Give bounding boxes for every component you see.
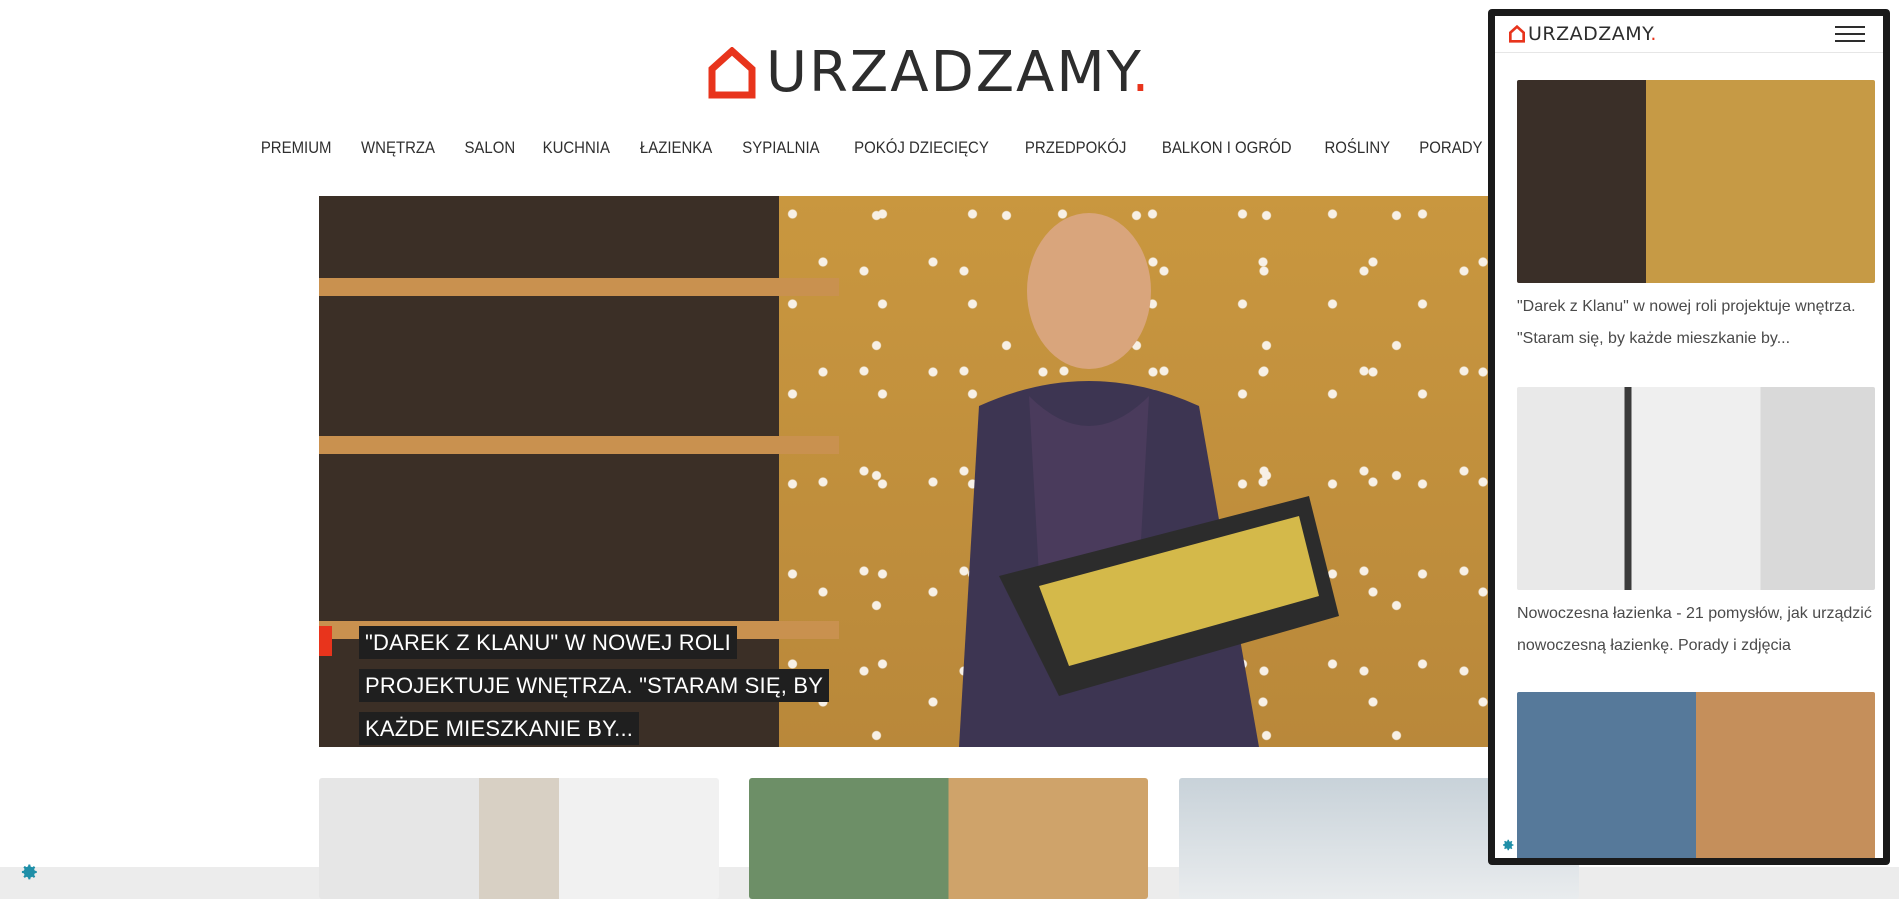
article-thumb-dogs[interactable] [749,778,1148,899]
hero-article[interactable]: "DAREK Z KLANU" W NOWEJ ROLI PROJEKTUJE … [319,196,1579,747]
mobile-article-title[interactable]: Nowoczesna łazienka - 21 pomysłów, jak u… [1517,598,1875,662]
logo-text: URZADZAMY. [766,40,1152,105]
house-icon [1509,25,1525,43]
mobile-article-card[interactable] [1517,692,1875,858]
gear-icon[interactable] [19,862,39,882]
article-thumb-bathroom[interactable] [319,778,719,899]
house-icon [708,47,756,99]
mobile-article-image [1517,387,1875,590]
nav-item-1[interactable]: WNĘTRZA [361,138,435,158]
mobile-article-image [1517,692,1875,858]
mobile-logo[interactable]: URZADZAMY. [1509,23,1657,45]
nav-item-2[interactable]: SALON [464,138,515,158]
mobile-article-image [1517,80,1875,283]
mobile-article-card[interactable]: Nowoczesna łazienka - 21 pomysłów, jak u… [1517,387,1875,662]
site-logo[interactable]: URZADZAMY. [708,44,1188,102]
nav-item-7[interactable]: PRZEDPOKÓJ [1025,138,1126,158]
mobile-preview-frame: URZADZAMY. "Darek z Klanu" w nowej roli … [1488,9,1890,865]
nav-item-6[interactable]: POKÓJ DZIECIĘCY [854,138,989,158]
nav-item-8[interactable]: BALKON I OGRÓD [1162,138,1292,158]
hamburger-icon[interactable] [1835,26,1865,42]
mobile-article-card[interactable]: "Darek z Klanu" w nowej roli projektuje … [1517,80,1875,355]
nav-item-5[interactable]: SYPIALNIA [742,138,819,158]
mobile-header: URZADZAMY. [1495,16,1883,53]
hero-caption[interactable]: "DAREK Z KLANU" W NOWEJ ROLI PROJEKTUJE … [359,621,879,747]
mobile-preview-screen: URZADZAMY. "Darek z Klanu" w nowej roli … [1495,16,1883,858]
nav-item-4[interactable]: ŁAZIENKA [640,138,712,158]
nav-item-3[interactable]: KUCHNIA [543,138,610,158]
gear-icon[interactable] [1501,838,1515,852]
nav-item-0[interactable]: PREMIUM [261,138,332,158]
hero-person-image [959,213,1339,747]
mobile-article-title[interactable]: "Darek z Klanu" w nowej roli projektuje … [1517,291,1875,355]
nav-item-10[interactable]: PORADY [1419,138,1482,158]
nav-item-9[interactable]: ROŚLINY [1325,138,1391,158]
caption-accent-bar [319,626,332,656]
